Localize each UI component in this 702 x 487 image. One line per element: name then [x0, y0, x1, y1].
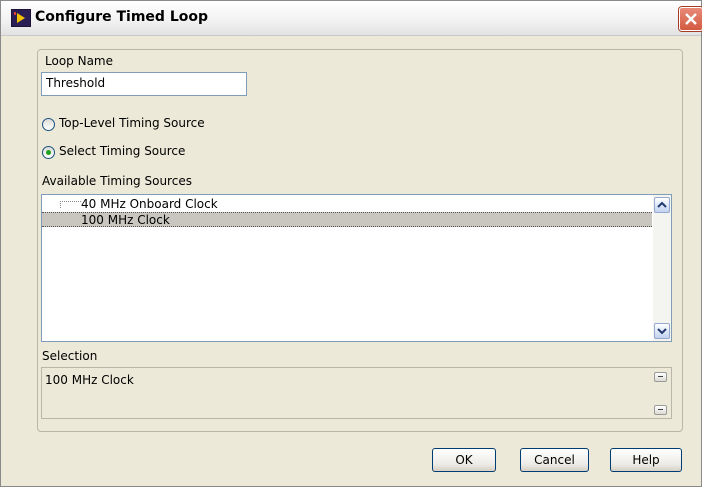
- list-item-label: 100 MHz Clock: [81, 213, 170, 227]
- selection-scroll-down-button[interactable]: [654, 405, 667, 415]
- loop-name-input[interactable]: Threshold: [41, 72, 247, 96]
- top-level-timing-label[interactable]: Top-Level Timing Source: [59, 116, 205, 130]
- ok-button[interactable]: OK: [432, 448, 496, 472]
- close-icon[interactable]: [679, 7, 702, 31]
- selection-value: 100 MHz Clock: [45, 373, 134, 387]
- list-item-label: 40 MHz Onboard Clock: [81, 197, 218, 211]
- loop-name-label: Loop Name: [45, 54, 113, 68]
- available-sources-label: Available Timing Sources: [42, 174, 192, 188]
- labview-app-icon: [11, 9, 31, 27]
- selection-label: Selection: [42, 349, 98, 363]
- selection-display: 100 MHz Clock: [41, 367, 672, 419]
- configure-timed-loop-dialog: Configure Timed Loop Loop Name Threshold…: [0, 0, 702, 487]
- selection-scroll-up-button[interactable]: [654, 372, 667, 382]
- radio-selected-dot: [46, 150, 51, 155]
- top-level-timing-radio[interactable]: [42, 118, 55, 131]
- timing-sources-list[interactable]: 40 MHz Onboard Clock 100 MHz Clock: [41, 194, 672, 342]
- scroll-up-button[interactable]: [654, 197, 670, 213]
- scroll-down-button[interactable]: [654, 323, 670, 339]
- chevron-up-icon: [657, 201, 667, 208]
- help-button[interactable]: Help: [610, 448, 682, 472]
- list-item-selected[interactable]: 100 MHz Clock: [42, 212, 652, 227]
- select-timing-label[interactable]: Select Timing Source: [59, 144, 185, 158]
- dialog-client-area: Loop Name Threshold Top-Level Timing Sou…: [1, 36, 701, 486]
- list-item[interactable]: 40 MHz Onboard Clock: [42, 197, 652, 212]
- window-title: Configure Timed Loop: [35, 9, 209, 25]
- cancel-button[interactable]: Cancel: [520, 448, 589, 472]
- chevron-down-icon: [657, 328, 667, 335]
- select-timing-radio[interactable]: [42, 146, 55, 159]
- vertical-scrollbar[interactable]: [653, 195, 671, 341]
- title-bar[interactable]: Configure Timed Loop: [1, 1, 702, 36]
